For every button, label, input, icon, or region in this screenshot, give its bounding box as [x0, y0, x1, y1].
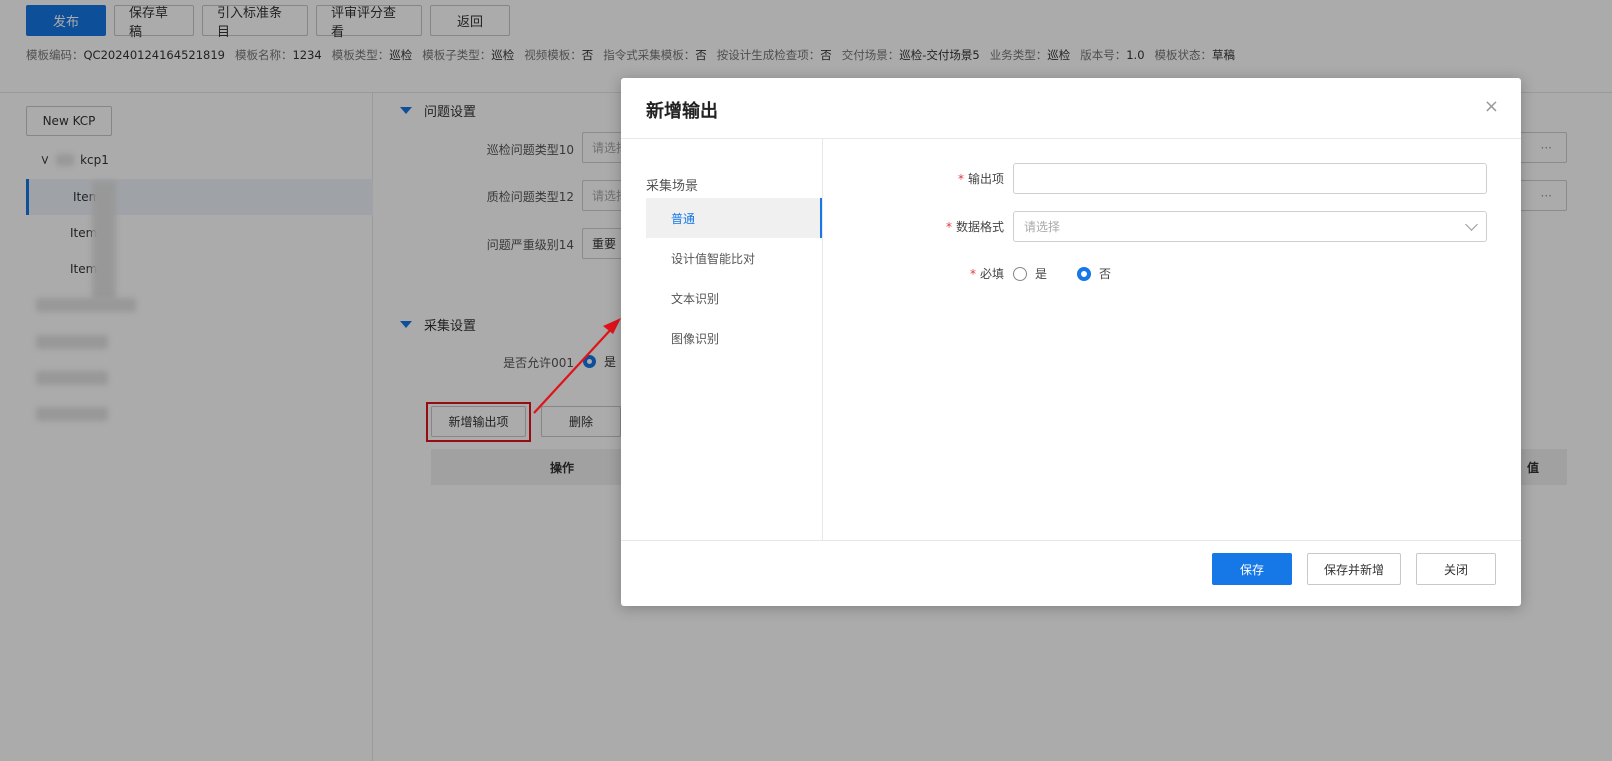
required-mark: * — [957, 172, 964, 186]
add-output-dialog: 新增输出 × 采集场景 普通 设计值智能比对 文本识别 图像识别 * 输出项 * 数… — [621, 78, 1521, 606]
scene-menu: 采集场景 普通 设计值智能比对 文本识别 图像识别 — [621, 139, 823, 540]
close-icon[interactable]: × — [1484, 98, 1499, 116]
format-select[interactable]: 请选择 — [1013, 211, 1487, 242]
required-row: * 必填 是 否 — [823, 258, 1521, 289]
dialog-header: 新增输出 × — [621, 78, 1521, 139]
scene-item-label: 图像识别 — [671, 331, 720, 346]
required-mark: * — [969, 267, 976, 281]
required-label: * 必填 — [969, 267, 1004, 281]
save-and-new-button[interactable]: 保存并新增 — [1307, 553, 1401, 585]
radio-label: 是 — [1035, 267, 1048, 281]
required-yes-option[interactable]: 是 — [1013, 265, 1047, 282]
scene-item-label: 普通 — [671, 211, 696, 226]
radio-label: 否 — [1099, 267, 1112, 281]
dialog-footer: 保存 保存并新增 关闭 — [621, 540, 1521, 606]
scene-item-design-compare[interactable]: 设计值智能比对 — [646, 238, 822, 278]
scene-group-label: 采集场景 — [646, 179, 699, 194]
save-button[interactable]: 保存 — [1212, 553, 1292, 585]
scene-item-image-recognition[interactable]: 图像识别 — [646, 318, 822, 358]
radio-unchecked-icon[interactable] — [1013, 266, 1027, 281]
chevron-down-icon[interactable] — [1465, 218, 1478, 231]
format-placeholder: 请选择 — [1024, 220, 1061, 234]
scene-item-label: 文本识别 — [671, 291, 720, 306]
required-no-option[interactable]: 否 — [1077, 265, 1111, 282]
scene-item-normal[interactable]: 普通 — [646, 198, 822, 238]
scene-item-label: 设计值智能比对 — [671, 251, 756, 266]
dialog-title: 新增输出 — [646, 101, 718, 122]
output-label: * 输出项 — [957, 172, 1004, 186]
required-radio-group: 是 否 — [1013, 265, 1111, 282]
close-button[interactable]: 关闭 — [1416, 553, 1496, 585]
scene-item-text-recognition[interactable]: 文本识别 — [646, 278, 822, 318]
dialog-body: 采集场景 普通 设计值智能比对 文本识别 图像识别 * 输出项 * 数据格式 请选择… — [621, 139, 1521, 540]
format-label: * 数据格式 — [945, 220, 1004, 234]
output-row: * 输出项 — [823, 163, 1521, 194]
output-input[interactable] — [1013, 163, 1487, 194]
radio-checked-icon[interactable] — [1077, 266, 1092, 281]
format-row: * 数据格式 请选择 — [823, 211, 1521, 242]
required-mark: * — [945, 220, 952, 234]
